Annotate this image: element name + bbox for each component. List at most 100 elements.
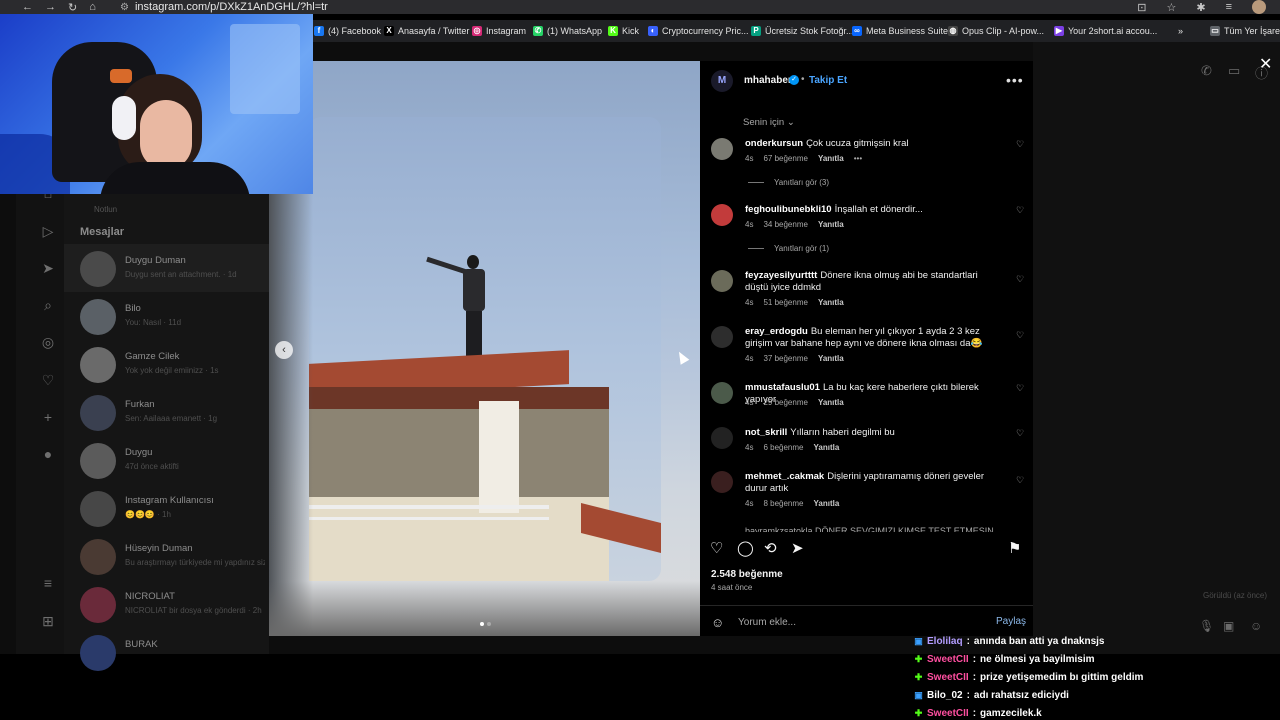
commenter-avatar[interactable] [711, 471, 733, 493]
comment-like-heart-icon[interactable]: ♡ [1016, 383, 1024, 394]
comment-likes[interactable]: 67 beğenme [763, 154, 807, 163]
comment-likes[interactable]: 8 beğenme [763, 499, 803, 508]
home-icon[interactable]: ⌂ [89, 1, 96, 13]
author-name[interactable]: mhahaber [744, 75, 792, 86]
reels-icon[interactable]: ▷ [40, 223, 56, 239]
post-media[interactable] [269, 61, 700, 636]
reading-list-icon[interactable]: ≡ [1226, 1, 1232, 13]
commenter-username[interactable]: mehmet_.cakmak [745, 471, 824, 482]
save-bookmark-icon[interactable]: ⚑ [1008, 539, 1021, 559]
comment-likes[interactable]: 37 beğenme [763, 354, 807, 363]
comment-likes[interactable]: 34 beğenme [763, 220, 807, 229]
conversation-item[interactable]: Duygu Duman Duygu sent an attachment. · 1… [64, 244, 269, 292]
conversation-item[interactable]: Gamze Cilek Yok yok değil emiinizz · 1s [64, 340, 269, 388]
create-icon[interactable]: + [40, 409, 56, 425]
previous-media-button[interactable]: ‹ [275, 341, 293, 359]
conversation-item[interactable]: BURAK [64, 628, 269, 676]
comment-options-icon[interactable]: ••• [854, 154, 862, 163]
url-text[interactable]: instagram.com/p/DXkZ1AnDGHL/?hl=tr [135, 1, 328, 13]
commenter-avatar[interactable] [711, 382, 733, 404]
more-options-icon[interactable]: ••• [1006, 72, 1024, 88]
search-icon[interactable]: ⌕ [40, 297, 56, 313]
commenter-username[interactable]: feghoulibunebkli10 [745, 204, 832, 215]
comment-like-heart-icon[interactable]: ♡ [1016, 274, 1024, 285]
post-comment-button[interactable]: Paylaş [996, 616, 1026, 627]
commenter-username[interactable]: mmustafauslu01 [745, 382, 820, 393]
follow-button[interactable]: Takip Et [809, 75, 847, 86]
reply-button[interactable]: Yanıtla [813, 443, 839, 452]
view-replies-button[interactable]: Yanıtları gör (1) [748, 244, 829, 253]
commenter-username[interactable]: eray_erdogdu [745, 326, 808, 337]
bookmark-star-icon[interactable]: ☆ [1166, 1, 1176, 14]
conversation-item[interactable]: Furkan Sen: Aailaaa emanett · 1g [64, 388, 269, 436]
bookmark-item[interactable]: ◎ Instagram [472, 20, 526, 42]
repost-icon[interactable]: ⟲ [764, 539, 777, 559]
microphone-icon[interactable]: 🎙︎ [1199, 619, 1214, 633]
commenter-avatar[interactable] [711, 270, 733, 292]
comment-input[interactable] [738, 614, 978, 630]
video-call-icon[interactable]: ▭ [1228, 63, 1240, 79]
comment-like-heart-icon[interactable]: ♡ [1016, 139, 1024, 150]
extensions-icon[interactable]: ✱ [1196, 1, 1205, 14]
comment-like-heart-icon[interactable]: ♡ [1016, 475, 1024, 486]
phone-icon[interactable]: ✆ [1201, 63, 1212, 79]
address-bar[interactable]: ⚙ instagram.com/p/DXkZ1AnDGHL/?hl=tr [120, 0, 328, 15]
bookmark-item[interactable]: ▭ Tüm Yer İşaretle [1210, 20, 1280, 42]
commenter-username[interactable]: feyzayesilyurtttt [745, 270, 817, 281]
bookmark-item[interactable]: ✆ (1) WhatsApp [533, 20, 602, 42]
reply-button[interactable]: Yanıtla [818, 220, 844, 229]
bookmark-item[interactable]: ▶ Your 2short.ai accou... [1054, 20, 1157, 42]
bookmark-item[interactable]: X Anasayfa / Twitter [384, 20, 469, 42]
conversation-item[interactable]: Instagram Kullanıcısı 😊😊😊 · 1h [64, 484, 269, 532]
notifications-heart-icon[interactable]: ♡ [40, 372, 56, 388]
explore-icon[interactable]: ◎ [40, 334, 56, 350]
profile-icon[interactable]: ● [40, 446, 56, 462]
commenter-avatar[interactable] [711, 326, 733, 348]
forward-icon[interactable]: → [45, 1, 56, 13]
image-upload-icon[interactable]: ▣ [1223, 619, 1234, 633]
install-app-icon[interactable]: ⊡ [1137, 1, 1146, 14]
comment-like-heart-icon[interactable]: ♡ [1016, 205, 1024, 216]
comment-bubble-icon[interactable]: ◯ [737, 539, 754, 559]
comment-likes[interactable]: 51 beğenme [763, 298, 807, 307]
conversation-item[interactable]: Duygu 47d önce aktifti [64, 436, 269, 484]
bookmark-item[interactable]: K Kick [608, 20, 639, 42]
commenter-avatar[interactable] [711, 427, 733, 449]
comment-sort-dropdown[interactable]: Senin için ⌄ [743, 117, 795, 128]
share-send-icon[interactable]: ➤ [791, 539, 804, 559]
sticker-icon[interactable]: ☺ [1250, 619, 1262, 633]
conversation-item[interactable]: Hüseyin Duman Bu araştırmayı türkiyede mi… [64, 532, 269, 580]
reply-button[interactable]: Yanıtla [818, 154, 844, 163]
commenter-avatar[interactable] [711, 138, 733, 160]
close-icon[interactable]: ✕ [1259, 54, 1272, 74]
conversation-item[interactable]: Bilo You: Nasıl · 11d [64, 292, 269, 340]
reply-button[interactable]: Yanıtla [818, 298, 844, 307]
comment-like-heart-icon[interactable]: ♡ [1016, 330, 1024, 341]
author-avatar[interactable]: M [711, 70, 733, 92]
bookmark-item[interactable]: ◍ Opus Clip - AI-pow... [948, 20, 1044, 42]
reply-button[interactable]: Yanıtla [818, 354, 844, 363]
like-heart-icon[interactable]: ♡ [710, 539, 723, 559]
apps-icon[interactable]: ⊞ [40, 613, 56, 629]
comment-likes[interactable]: 6 beğenme [763, 443, 803, 452]
commenter-username[interactable]: onderkursun [745, 138, 803, 149]
commenter-avatar[interactable] [711, 204, 733, 226]
more-bookmarks-icon[interactable]: » [1178, 20, 1183, 42]
menu-icon[interactable]: ≡ [40, 575, 56, 591]
like-count[interactable]: 2.548 beğenme [711, 569, 783, 580]
back-icon[interactable]: ← [22, 1, 33, 13]
bookmark-item[interactable]: f (4) Facebook [314, 20, 381, 42]
reload-icon[interactable]: ↻ [68, 1, 77, 14]
conversation-item[interactable]: NICROLIAT NICROLIAT bir dosya ek gönderdi… [64, 580, 269, 628]
view-replies-button[interactable]: Yanıtları gör (3) [748, 178, 829, 187]
comment-like-heart-icon[interactable]: ♡ [1016, 428, 1024, 439]
site-info-icon[interactable]: ⚙ [120, 2, 129, 13]
reply-button[interactable]: Yanıtla [818, 398, 844, 407]
reply-button[interactable]: Yanıtla [813, 499, 839, 508]
bookmark-item[interactable]: ∞ Meta Business Suite [852, 20, 948, 42]
emoji-icon[interactable]: ☺ [711, 615, 724, 630]
commenter-username[interactable]: not_skrill [745, 427, 787, 438]
comment-likes[interactable]: 29 beğenme [763, 398, 807, 407]
messages-icon[interactable]: ➤ [40, 260, 56, 276]
bookmark-item[interactable]: ◐ Cryptocurrency Pric... [648, 20, 749, 42]
